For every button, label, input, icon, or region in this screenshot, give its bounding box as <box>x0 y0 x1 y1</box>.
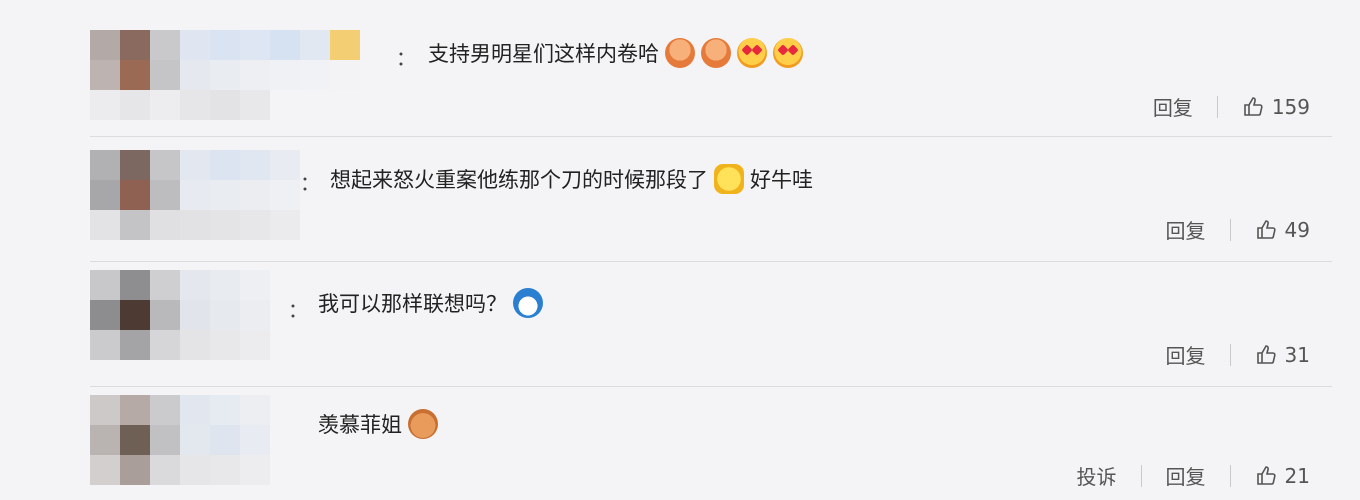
comment-actions: 回复 31 <box>1166 340 1310 369</box>
reply-button[interactable]: 回复 <box>1166 340 1206 369</box>
pray-icon <box>665 38 695 68</box>
like-button[interactable]: 49 <box>1255 218 1310 242</box>
comment-text: 想起来怒火重案他练那个刀的时候那段了 好牛哇 <box>330 164 813 194</box>
thumbs-up-icon <box>1256 219 1276 239</box>
comment-text-content: 支持男明星们这样内卷哈 <box>428 42 659 66</box>
avatar[interactable] <box>90 150 300 240</box>
heart-eyes-icon <box>773 38 803 68</box>
like-button[interactable]: 21 <box>1255 464 1310 488</box>
pray-icon <box>701 38 731 68</box>
comment-text: 羡慕菲姐 <box>318 409 438 439</box>
colon: ： <box>300 171 320 195</box>
divider <box>1229 464 1231 487</box>
like-button[interactable]: 31 <box>1255 343 1310 367</box>
comment-text-content: 我可以那样联想吗？ <box>318 292 507 316</box>
comment-item: 羡慕菲姐 投诉 回复 21 <box>0 387 1360 500</box>
comment-text-after: 好牛哇 <box>750 168 813 192</box>
comment-actions: 投诉 回复 21 <box>1077 461 1310 490</box>
divider <box>1229 218 1231 241</box>
thumbs-up-icon <box>1256 465 1276 485</box>
comment-text: 支持男明星们这样内卷哈 <box>428 38 803 68</box>
avatar[interactable] <box>90 270 270 360</box>
comment-item: ： 支持男明星们这样内卷哈 回复 159 <box>0 0 1360 136</box>
divider <box>1140 464 1142 487</box>
jerry-icon <box>408 409 438 439</box>
divider <box>1216 95 1218 118</box>
like-button[interactable]: 159 <box>1242 95 1310 119</box>
divider <box>1229 343 1231 366</box>
comment-text-content: 羡慕菲姐 <box>318 413 402 437</box>
star-face-icon <box>714 164 744 194</box>
reply-button[interactable]: 回复 <box>1166 461 1206 490</box>
like-count: 31 <box>1284 342 1310 367</box>
heart-eyes-icon <box>737 38 767 68</box>
comment-item: ： 我可以那样联想吗？ 回复 31 <box>0 262 1360 386</box>
avatar[interactable] <box>90 30 360 120</box>
avatar[interactable] <box>90 395 270 485</box>
like-count: 21 <box>1284 463 1310 488</box>
like-count: 49 <box>1284 217 1310 242</box>
thumbs-up-icon <box>1256 344 1276 364</box>
like-count: 159 <box>1271 94 1310 119</box>
comment-actions: 回复 159 <box>1153 92 1310 121</box>
colon: ： <box>288 298 308 322</box>
doraemon-icon <box>513 288 543 318</box>
comment-actions: 回复 49 <box>1166 215 1310 244</box>
reply-button[interactable]: 回复 <box>1166 215 1206 244</box>
comment-item: ： 想起来怒火重案他练那个刀的时候那段了 好牛哇 回复 49 <box>0 137 1360 261</box>
comment-text-content: 想起来怒火重案他练那个刀的时候那段了 <box>330 168 708 192</box>
report-button[interactable]: 投诉 <box>1077 461 1117 490</box>
colon: ： <box>396 46 416 70</box>
reply-button[interactable]: 回复 <box>1153 92 1193 121</box>
comment-text: 我可以那样联想吗？ <box>318 288 543 318</box>
thumbs-up-icon <box>1244 96 1263 116</box>
